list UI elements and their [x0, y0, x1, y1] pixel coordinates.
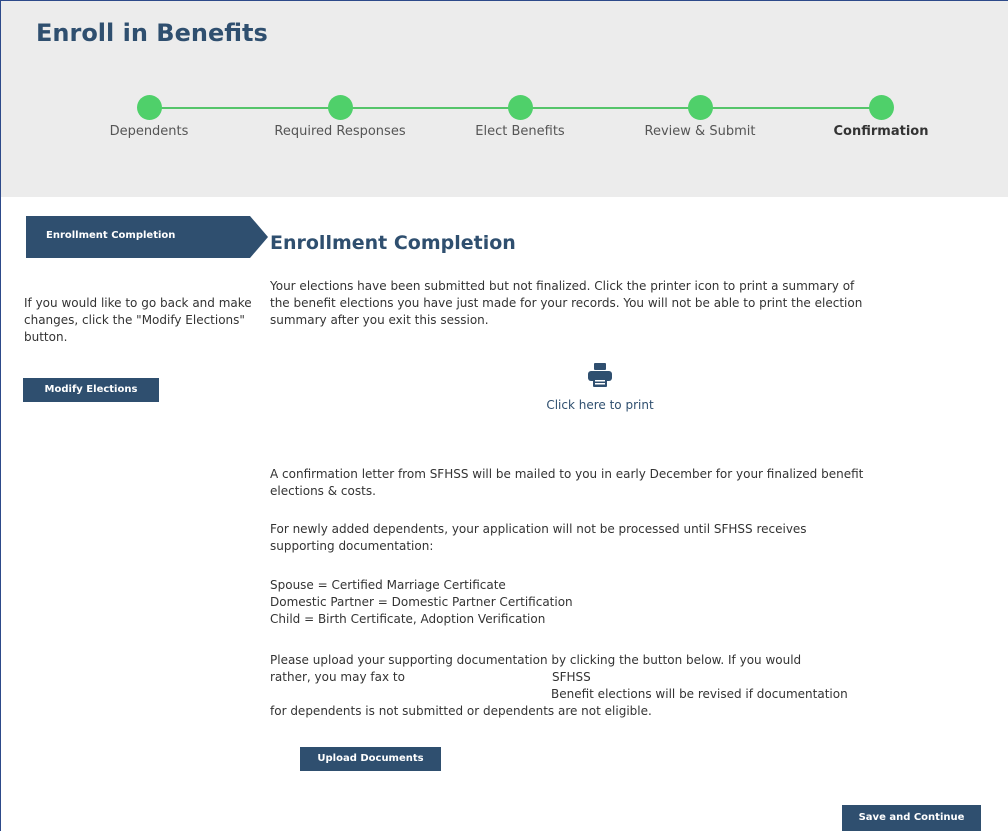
documents-list: Spouse = Certified Marriage Certificate …: [270, 577, 870, 628]
step-label: Confirmation: [833, 124, 929, 139]
list-item: Child = Birth Certificate, Adoption Veri…: [270, 612, 546, 626]
page-title: Enroll in Benefits: [36, 19, 268, 47]
progress-stepper: Dependents Required Responses Elect Bene…: [1, 93, 1008, 153]
upload-line-2: rather, you may fax to SFHSS: [270, 669, 870, 686]
upload-instructions: Please upload your supporting documentat…: [270, 652, 870, 720]
list-item: Domestic Partner = Domestic Partner Cert…: [270, 595, 573, 609]
step-required-responses[interactable]: Required Responses: [260, 93, 420, 139]
intro-text: Your elections have been submitted but n…: [270, 279, 863, 327]
sidebar-tab-enrollment-completion[interactable]: Enrollment Completion: [26, 216, 268, 258]
step-dot: [327, 95, 353, 120]
upload-line-3: Benefit elections will be revised if doc…: [551, 687, 848, 701]
step-dot: [507, 95, 533, 120]
list-item: Spouse = Certified Marriage Certificate: [270, 578, 506, 592]
print-label[interactable]: Click here to print: [500, 398, 700, 412]
upload-line-4: for dependents is not submitted or depen…: [270, 704, 652, 718]
sidebar-help-text: If you would like to go back and make ch…: [24, 296, 252, 344]
step-label: Elect Benefits: [475, 124, 565, 139]
step-review-submit[interactable]: Review & Submit: [620, 93, 780, 139]
print-link[interactable]: Click here to print: [500, 362, 700, 412]
section-title: Enrollment Completion: [270, 232, 516, 254]
confirmation-letter-text: A confirmation letter from SFHSS will be…: [270, 467, 864, 498]
step-dependents[interactable]: Dependents: [69, 93, 229, 139]
fax-text: rather, you may fax to: [270, 670, 405, 684]
dependents-note-text: For newly added dependents, your applica…: [270, 522, 807, 553]
step-label: Dependents: [109, 124, 189, 139]
printer-icon[interactable]: [587, 362, 613, 388]
step-dot: [868, 95, 894, 120]
upload-line-1: Please upload your supporting documentat…: [270, 653, 802, 667]
sidebar-tab-arrow: [250, 216, 268, 258]
page-header: Enroll in Benefits Dependents Required R…: [1, 1, 1008, 197]
upload-documents-button[interactable]: Upload Documents: [300, 747, 441, 771]
step-label: Review & Submit: [644, 124, 756, 139]
step-dot: [687, 95, 713, 120]
step-confirmation[interactable]: Confirmation: [801, 93, 961, 139]
modify-elections-button[interactable]: Modify Elections: [23, 378, 159, 402]
sidebar-tab-label: Enrollment Completion: [46, 230, 176, 241]
step-dot: [136, 95, 162, 120]
fax-org: SFHSS: [552, 670, 591, 684]
step-label: Required Responses: [274, 124, 406, 139]
save-and-continue-button[interactable]: Save and Continue: [842, 805, 981, 831]
step-elect-benefits[interactable]: Elect Benefits: [440, 93, 600, 139]
